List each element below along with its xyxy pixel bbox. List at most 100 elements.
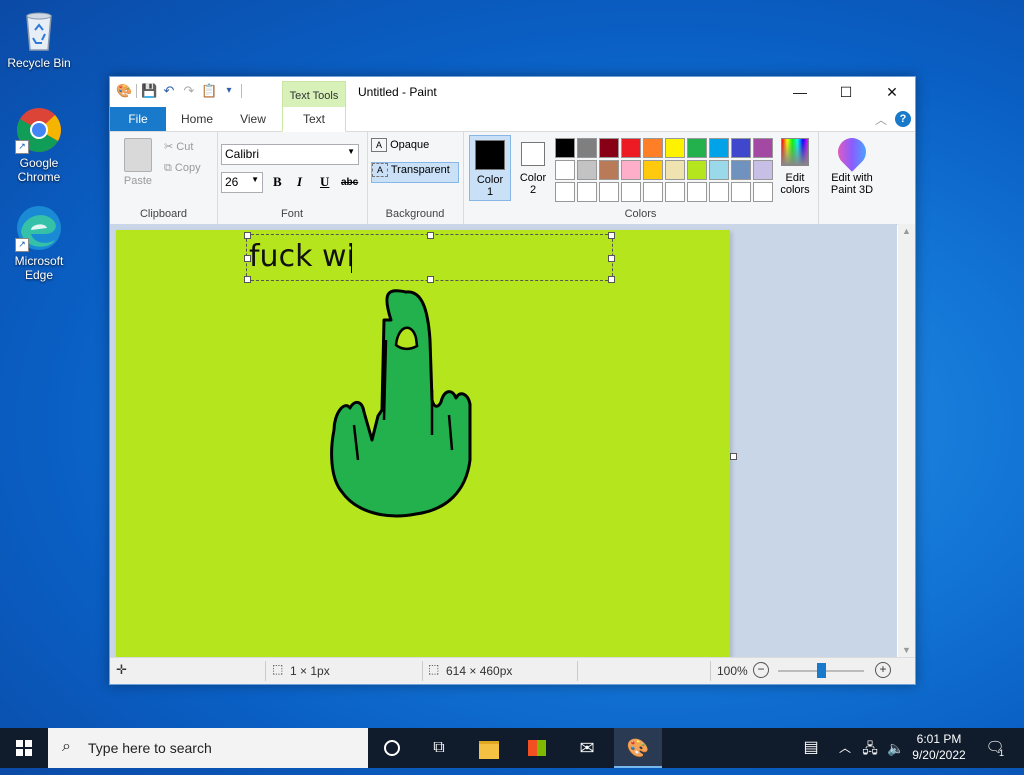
paste-qat-icon[interactable]: 📋 (201, 83, 217, 99)
palette-color-swatch[interactable] (709, 138, 729, 158)
tab-file[interactable]: File (110, 107, 166, 131)
drawing-canvas[interactable]: fuck wi (116, 230, 730, 657)
save-icon[interactable]: 💾 (141, 83, 157, 99)
italic-button[interactable]: I (297, 174, 302, 190)
underline-button[interactable]: U (320, 174, 329, 190)
edit-with-paint3d-button[interactable]: Edit with Paint 3D (822, 132, 882, 196)
minimize-button[interactable]: — (777, 77, 823, 107)
palette-color-swatch[interactable] (731, 160, 751, 180)
palette-color-swatch[interactable] (687, 160, 707, 180)
font-size-select[interactable]: 26 ▼ (221, 172, 263, 193)
tab-text[interactable]: Text (282, 107, 346, 132)
undo-icon[interactable]: ↶ (161, 83, 177, 99)
font-family-select[interactable]: Calibri ▼ (221, 144, 359, 165)
text-box[interactable]: fuck wi (244, 232, 615, 283)
help-icon[interactable]: ? (895, 111, 911, 127)
palette-color-swatch[interactable] (709, 160, 729, 180)
palette-color-swatch[interactable] (577, 182, 597, 202)
palette-color-swatch[interactable] (621, 160, 641, 180)
palette-color-swatch[interactable] (599, 160, 619, 180)
palette-color-swatch[interactable] (687, 138, 707, 158)
resize-handle[interactable] (608, 276, 615, 283)
opaque-button[interactable]: A Opaque (371, 138, 457, 156)
palette-color-swatch[interactable] (665, 138, 685, 158)
palette-color-swatch[interactable] (731, 182, 751, 202)
palette-color-swatch[interactable] (599, 138, 619, 158)
image-size-icon: ⬚ (428, 662, 440, 676)
palette-color-swatch[interactable] (753, 138, 773, 158)
resize-handle[interactable] (244, 232, 251, 239)
resize-handle[interactable] (427, 232, 434, 239)
canvas-resize-handle[interactable] (730, 453, 737, 460)
palette-color-swatch[interactable] (753, 160, 773, 180)
taskbar-mail[interactable]: ✉ (564, 728, 610, 768)
paint-app-icon[interactable]: 🎨 (116, 83, 132, 99)
customize-qat-icon[interactable]: ▾ (221, 83, 237, 99)
palette-color-swatch[interactable] (643, 182, 663, 202)
zoom-out-button[interactable]: − (753, 662, 769, 678)
desktop-icon-microsoft-edge[interactable]: ↗ Microsoft Edge (3, 204, 75, 282)
qat-separator (241, 84, 242, 98)
show-hidden-icons-button[interactable]: ︿ (836, 728, 854, 768)
color1-label-bottom: 1 (486, 186, 494, 198)
palette-color-swatch[interactable] (555, 160, 575, 180)
edit-colors-button[interactable]: Edit colors (777, 138, 813, 196)
tab-home[interactable]: Home (172, 107, 222, 131)
palette-color-swatch[interactable] (643, 160, 663, 180)
color1-button[interactable]: Color 1 (469, 135, 511, 201)
palette-color-swatch[interactable] (599, 182, 619, 202)
scroll-up-arrow-icon[interactable]: ▲ (898, 226, 915, 236)
resize-handle[interactable] (427, 276, 434, 283)
palette-color-swatch[interactable] (665, 160, 685, 180)
task-view-button[interactable]: ⧉ (416, 728, 462, 768)
copy-button[interactable]: ⧉ Copy (164, 162, 201, 175)
palette-color-swatch[interactable] (577, 138, 597, 158)
palette-color-swatch[interactable] (731, 138, 751, 158)
clock[interactable]: 6:01 PM 9/20/2022 (910, 731, 968, 763)
palette-color-swatch[interactable] (753, 182, 773, 202)
vertical-scrollbar[interactable]: ▲ ▼ (898, 224, 915, 657)
transparent-button[interactable]: A Transparent (371, 162, 459, 183)
palette-color-swatch[interactable] (621, 138, 641, 158)
cortana-button[interactable] (370, 728, 414, 768)
close-button[interactable]: ✕ (869, 77, 915, 107)
palette-color-swatch[interactable] (665, 182, 685, 202)
taskbar-file-explorer[interactable] (466, 728, 512, 768)
news-widget-button[interactable]: ▤ (794, 728, 828, 768)
palette-color-swatch[interactable] (555, 138, 575, 158)
volume-button[interactable]: 🔈 (884, 728, 908, 768)
palette-color-swatch[interactable] (709, 182, 729, 202)
zoom-in-button[interactable]: + (875, 662, 891, 678)
palette-color-swatch[interactable] (643, 138, 663, 158)
network-button[interactable]: 🖧 (858, 728, 882, 768)
title-bar[interactable]: 🎨 💾 ↶ ↷ 📋 ▾ Text Tools Untitled - Paint … (110, 77, 915, 108)
palette-color-swatch[interactable] (577, 160, 597, 180)
palette-color-swatch[interactable] (687, 182, 707, 202)
colors-group-label: Colors (624, 208, 657, 220)
resize-handle[interactable] (608, 232, 615, 239)
zoom-slider-thumb[interactable] (817, 663, 826, 678)
desktop-icon-label: Recycle Bin (7, 56, 71, 70)
tab-view[interactable]: View (228, 107, 278, 131)
taskbar-paint-active[interactable]: 🎨 (614, 728, 662, 768)
start-button[interactable] (0, 728, 48, 768)
palette-color-swatch[interactable] (621, 182, 641, 202)
redo-icon[interactable]: ↷ (181, 83, 197, 99)
action-center-button[interactable]: 🗨 1 (980, 728, 1010, 768)
palette-color-swatch[interactable] (555, 182, 575, 202)
desktop-icon-recycle-bin[interactable]: Recycle Bin (3, 6, 75, 70)
resize-handle[interactable] (608, 255, 615, 262)
scroll-down-arrow-icon[interactable]: ▼ (898, 645, 915, 655)
maximize-button[interactable]: ☐ (823, 77, 869, 107)
paste-button[interactable]: Paste (118, 138, 158, 187)
taskbar-search-box[interactable]: ⌕ Type here to search (48, 728, 368, 768)
collapse-ribbon-icon[interactable]: ︿ (875, 111, 887, 128)
bold-button[interactable]: B (273, 174, 282, 190)
resize-handle[interactable] (244, 276, 251, 283)
desktop-icon-google-chrome[interactable]: ↗ Google Chrome (3, 106, 75, 184)
cut-button[interactable]: ✂ Cut (164, 140, 193, 153)
strikethrough-button[interactable]: abc (341, 177, 358, 188)
taskbar-microsoft-store[interactable] (514, 728, 560, 768)
resize-handle[interactable] (244, 255, 251, 262)
color2-button[interactable]: Color 2 (513, 135, 553, 199)
